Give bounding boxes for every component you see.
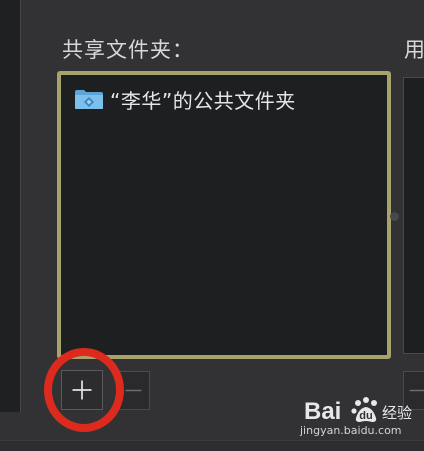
svg-text:du: du bbox=[359, 410, 372, 422]
baidu-logo: Bai du 经验 bbox=[304, 397, 412, 425]
baidu-watermark: Bai du 经验 jingyan.baidu.com bbox=[300, 392, 418, 442]
list-item[interactable]: “李华”的公共文件夹 bbox=[74, 86, 296, 113]
users-title: 用 bbox=[404, 38, 424, 62]
remove-user-button[interactable] bbox=[403, 371, 424, 410]
remove-shared-folder-button[interactable] bbox=[117, 371, 150, 410]
add-shared-folder-button[interactable] bbox=[61, 370, 103, 410]
users-list[interactable] bbox=[403, 77, 424, 354]
folder-name: “李华”的公共文件夹 bbox=[110, 88, 296, 113]
left-panel-edge bbox=[0, 0, 21, 412]
bottom-toolbar bbox=[0, 440, 424, 451]
minus-icon bbox=[125, 389, 142, 392]
watermark-brand: Bai bbox=[304, 398, 341, 425]
plus-icon bbox=[72, 380, 92, 400]
paw-icon bbox=[351, 397, 377, 422]
split-view-handle[interactable] bbox=[390, 212, 399, 221]
minus-icon bbox=[409, 389, 424, 392]
shared-folders-title: 共享文件夹： bbox=[62, 38, 194, 62]
shared-folders-list[interactable]: “李华”的公共文件夹 bbox=[57, 71, 391, 359]
watermark-url: jingyan.baidu.com bbox=[300, 424, 402, 437]
shared-folder-icon bbox=[75, 90, 103, 109]
